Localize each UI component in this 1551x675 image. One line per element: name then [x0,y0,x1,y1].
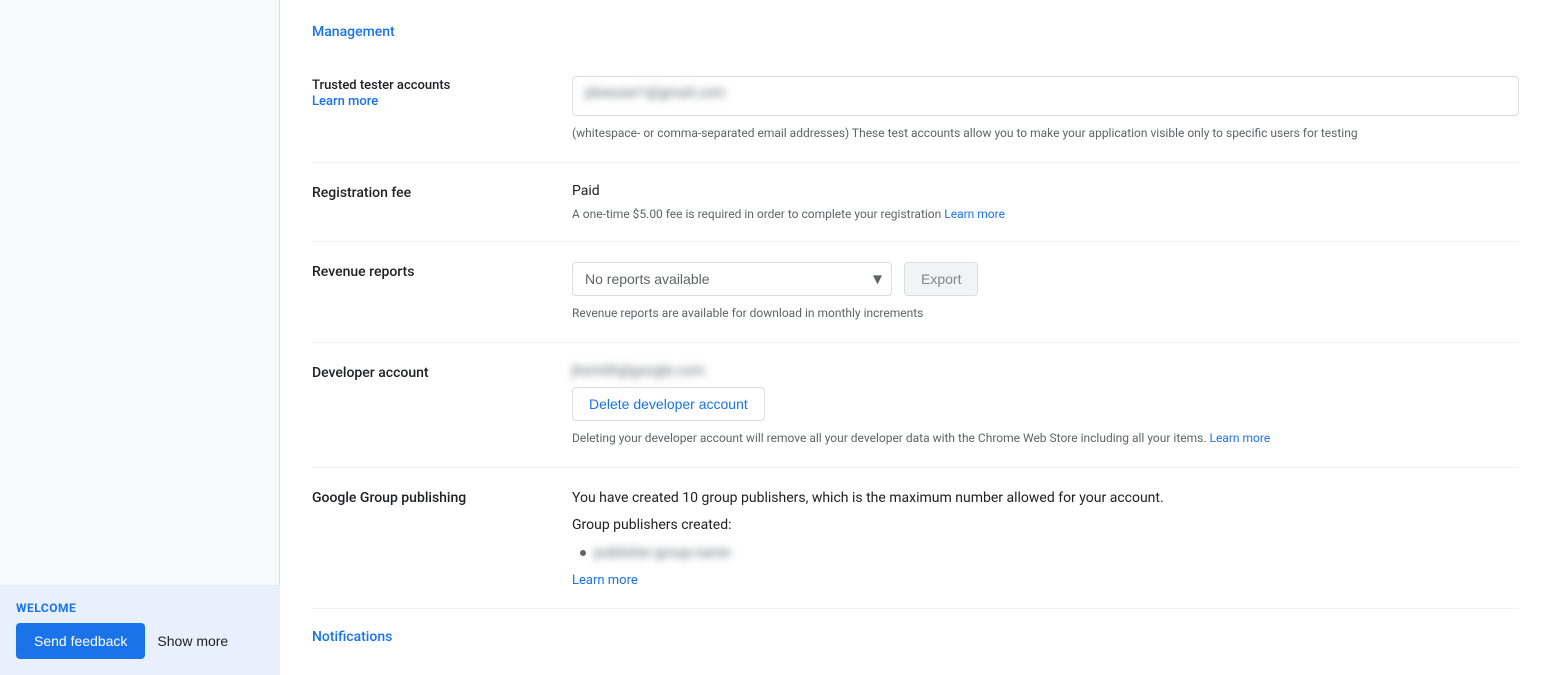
management-section-title[interactable]: Management [312,0,1519,56]
developer-email-blurred: jhsmith@google.com [572,363,705,379]
delete-warning-text: Deleting your developer account will rem… [572,431,1207,445]
main-content: Management Trusted tester accounts Learn… [280,0,1551,675]
registration-fee-info-text: A one-time $5.00 fee is required in orde… [572,207,941,221]
google-group-publishing-section: Google Group publishing You have created… [312,468,1519,609]
bottom-bar-inner: WELCOME Send feedback Show more [16,601,264,659]
group-publishing-learn-more[interactable]: Learn more [572,573,1519,588]
trusted-tester-email-blurred: jdoeuser1@gmail.com [585,85,725,101]
google-group-publishing-label: Google Group publishing [312,488,572,588]
trusted-tester-section: Trusted tester accounts Learn more jdoeu… [312,56,1519,163]
registration-fee-section: Registration fee Paid A one-time $5.00 f… [312,163,1519,242]
developer-account-value: jhsmith@google.com Delete developer acco… [572,363,1519,447]
revenue-reports-label: Revenue reports [312,262,572,322]
notifications-section-title[interactable]: Notifications [312,609,1519,645]
trusted-tester-value: jdoeuser1@gmail.com (whitespace- or comm… [572,76,1519,142]
delete-developer-account-button[interactable]: Delete developer account [572,387,765,421]
bottom-bar: WELCOME Send feedback Show more [0,585,280,675]
publisher-name-blurred: publisher-group-name [594,545,730,561]
google-group-publishing-value: You have created 10 group publishers, wh… [572,488,1519,588]
revenue-reports-controls: No reports available ▾ Export [572,262,1519,296]
trusted-tester-helper: (whitespace- or comma-separated email ad… [572,124,1519,142]
developer-account-section: Developer account jhsmith@google.com Del… [312,343,1519,468]
developer-account-label: Developer account [312,363,572,447]
delete-account-warning: Deleting your developer account will rem… [572,429,1519,447]
revenue-reports-value: No reports available ▾ Export Revenue re… [572,262,1519,322]
revenue-reports-section: Revenue reports No reports available ▾ E… [312,242,1519,343]
bottom-bar-buttons: Send feedback Show more [16,623,264,659]
group-publishers-created-label: Group publishers created: [572,517,1519,533]
revenue-reports-dropdown-wrapper: No reports available ▾ [572,262,892,296]
delete-account-learn-more[interactable]: Learn more [1209,431,1270,445]
page-wrapper: Management Trusted tester accounts Learn… [0,0,1551,675]
trusted-tester-heading: Trusted tester accounts [312,78,572,93]
registration-fee-value: Paid A one-time $5.00 fee is required in… [572,183,1519,221]
group-publishing-description: You have created 10 group publishers, wh… [572,488,1519,509]
show-more-button[interactable]: Show more [157,623,228,659]
developer-account-email: jhsmith@google.com [572,363,1519,379]
bullet-icon [580,550,586,556]
registration-fee-label: Registration fee [312,183,572,221]
revenue-reports-dropdown[interactable]: No reports available [572,262,892,296]
trusted-tester-learn-more[interactable]: Learn more [312,94,378,109]
send-feedback-button[interactable]: Send feedback [16,623,145,659]
sidebar [0,0,280,675]
revenue-reports-helper: Revenue reports are available for downlo… [572,304,1519,322]
trusted-tester-label-block: Trusted tester accounts Learn more [312,76,572,142]
welcome-label: WELCOME [16,601,264,615]
registration-fee-learn-more[interactable]: Learn more [944,207,1005,221]
trusted-tester-email-input[interactable]: jdoeuser1@gmail.com [572,76,1519,116]
publisher-list-item: publisher-group-name [572,541,1519,565]
registration-fee-status: Paid [572,183,1519,199]
export-button[interactable]: Export [904,262,978,296]
registration-fee-info: A one-time $5.00 fee is required in orde… [572,207,1519,221]
